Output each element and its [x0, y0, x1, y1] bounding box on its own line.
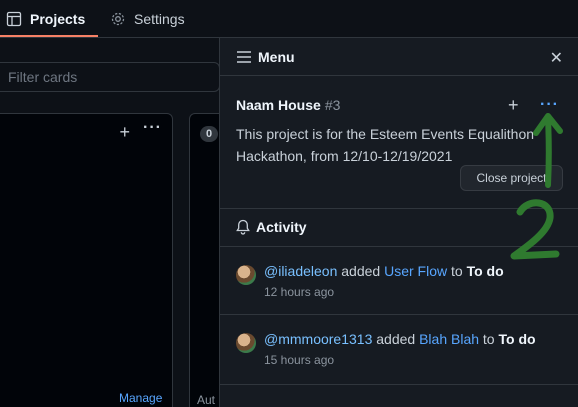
close-icon[interactable]: ✕ [550, 48, 563, 68]
column-more-button[interactable]: ··· [143, 119, 162, 137]
divider [220, 384, 578, 385]
project-description: This project is for the Esteem Events Eq… [236, 126, 535, 164]
activity-column: To do [498, 331, 536, 347]
project-more-button[interactable]: ··· [540, 96, 559, 114]
close-project-button[interactable]: Close project [460, 165, 563, 191]
activity-prep: to [482, 331, 495, 347]
avatar[interactable] [236, 333, 256, 353]
menu-panel: Menu ✕ Naam House #3 + ··· This project i… [219, 38, 578, 407]
tab-settings[interactable]: Settings [110, 0, 185, 38]
activity-user-link[interactable]: @mmmoore1313 [264, 331, 372, 347]
bell-icon [236, 219, 250, 235]
table-icon [6, 11, 22, 27]
divider [220, 314, 578, 315]
top-nav: Projects Settings [0, 0, 578, 38]
menu-title: Menu [236, 49, 295, 65]
divider [220, 246, 578, 247]
tab-settings-label: Settings [134, 11, 185, 27]
activity-item-link[interactable]: User Flow [384, 263, 447, 279]
project-name: Naam House #3 [236, 97, 340, 113]
activity-title-label: Activity [256, 219, 307, 235]
column-add-button[interactable]: + [119, 122, 130, 143]
tab-projects[interactable]: Projects [6, 0, 85, 38]
project-number: #3 [324, 97, 341, 113]
menu-header: Menu ✕ [220, 38, 578, 76]
gear-icon [111, 12, 125, 26]
activity-prep: to [451, 263, 463, 279]
project-add-button[interactable]: + [508, 95, 519, 116]
activity-verb: added [341, 263, 381, 279]
project-name-label: Naam House [236, 97, 321, 113]
activity-item-link[interactable]: Blah Blah [419, 331, 479, 347]
menu-title-label: Menu [258, 49, 295, 65]
active-tab-underline [0, 35, 98, 37]
activity-entry-line: @mmmoore1313 added Blah Blah to To do [264, 331, 536, 347]
tab-projects-label: Projects [30, 11, 86, 27]
activity-user-link[interactable]: @iliadeleon [264, 263, 337, 279]
column-count-badge: 0 [200, 126, 218, 142]
activity-column: To do [466, 263, 504, 279]
activity-time: 12 hours ago [264, 285, 335, 299]
avatar[interactable] [236, 265, 256, 285]
filter-cards-field[interactable] [0, 62, 220, 92]
activity-time: 15 hours ago [264, 353, 335, 367]
hamburger-icon [237, 51, 251, 63]
activity-entry-line: @iliadeleon added User Flow to To do [264, 263, 504, 279]
activity-heading: Activity [236, 219, 307, 235]
divider [220, 208, 578, 209]
manage-link[interactable]: Manage [119, 391, 162, 405]
activity-verb: added [376, 331, 416, 347]
automation-label: Aut [197, 393, 216, 407]
board-column: + ··· [0, 113, 173, 407]
filter-cards-input[interactable] [0, 63, 219, 91]
